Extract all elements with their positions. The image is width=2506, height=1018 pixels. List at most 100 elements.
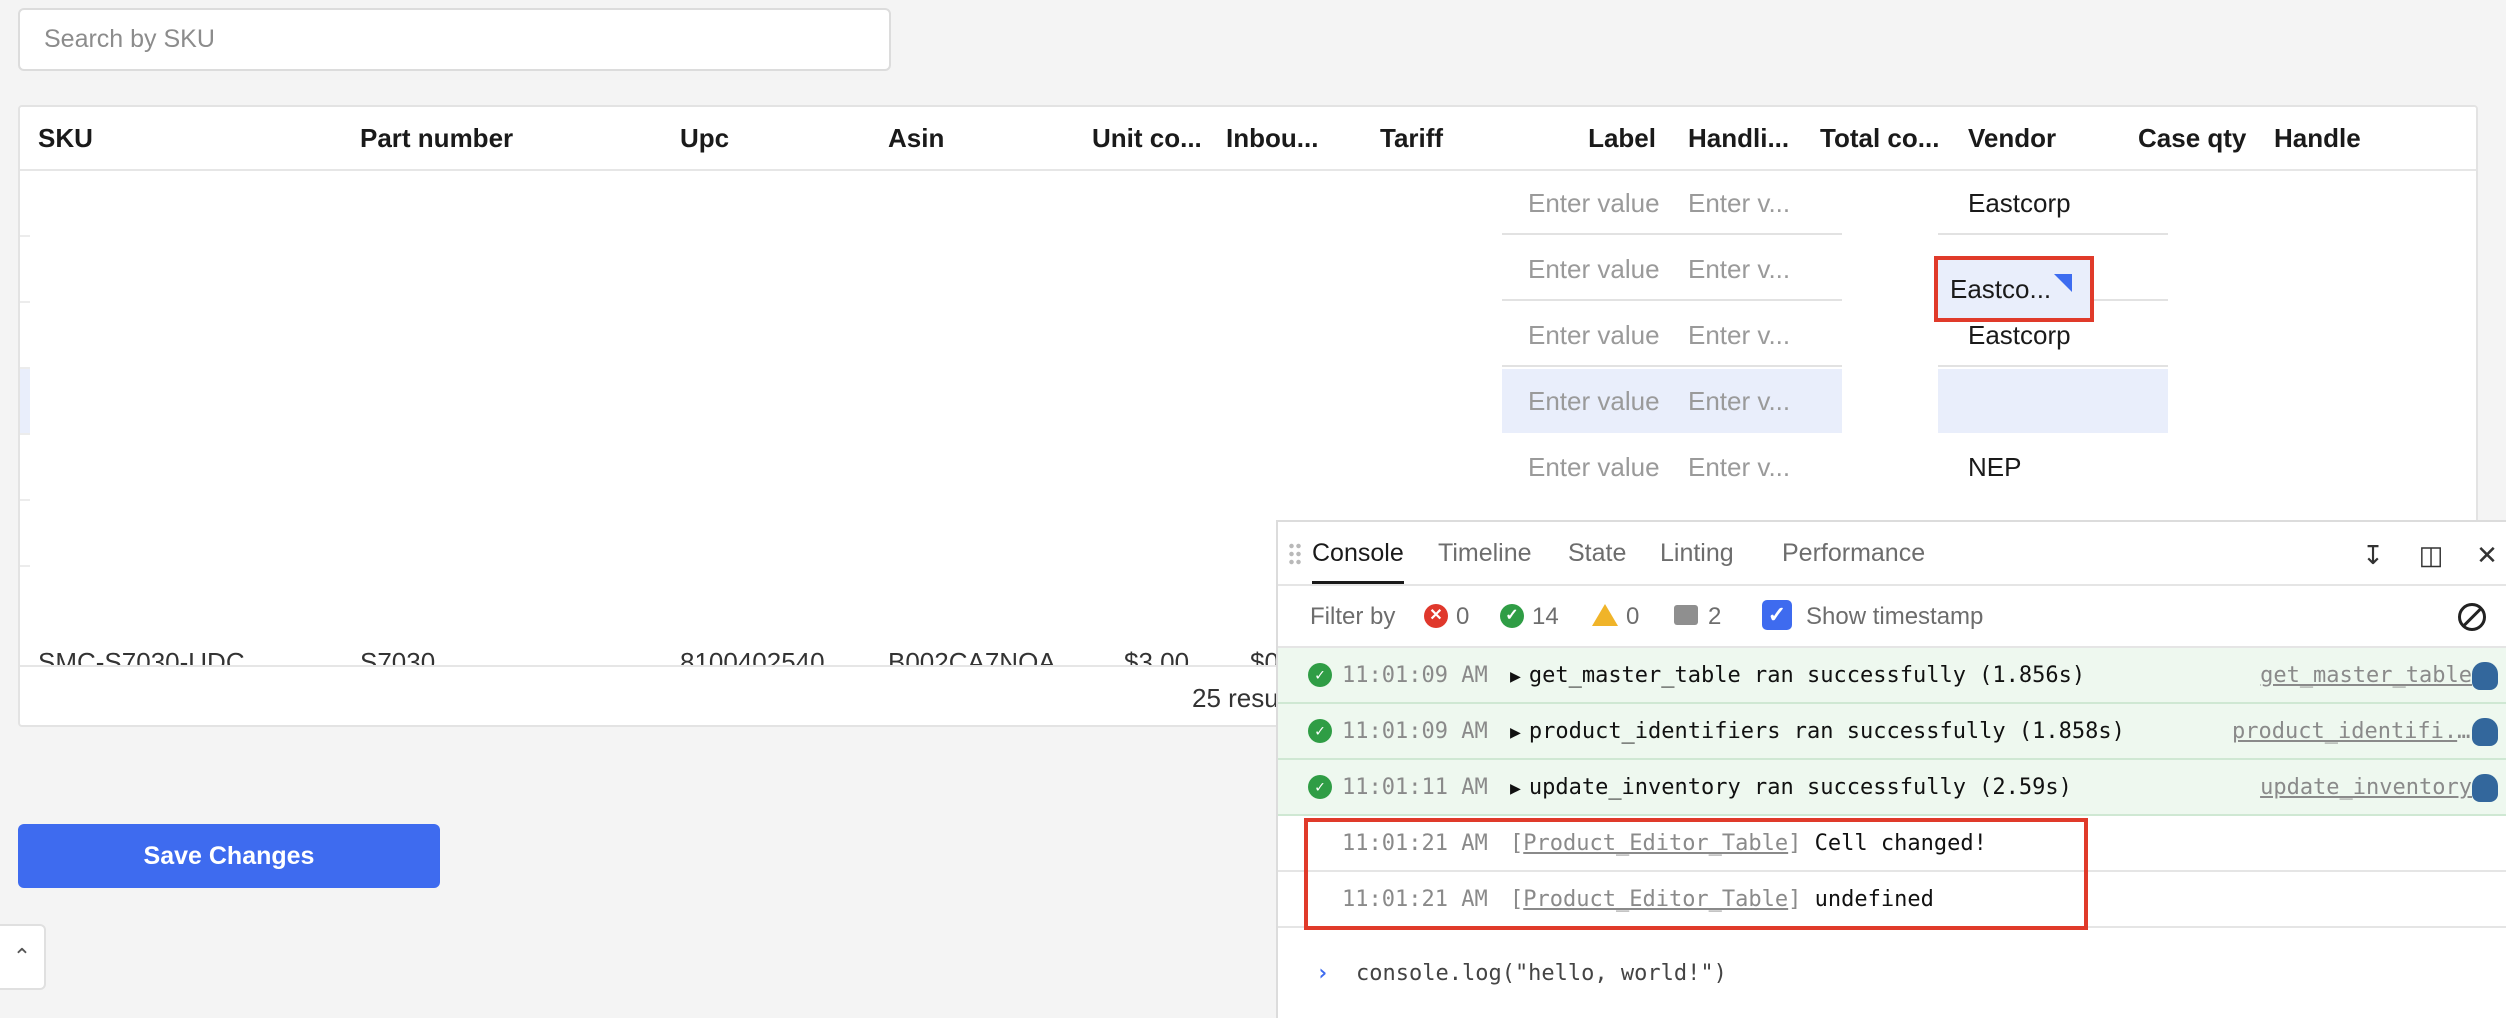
handling-cell-input[interactable]: Enter v... <box>1668 171 1842 235</box>
log-entry[interactable]: ✓ 11:01:11 AM ▶ update_inventory ran succ… <box>1278 760 2506 816</box>
checkbox-checked-icon: ✓ <box>1762 599 1792 630</box>
tab-performance[interactable]: Performance <box>1782 522 1925 584</box>
column-header-sku[interactable]: SKU <box>38 107 338 169</box>
log-message-text: get_master_table ran successfully (1.856… <box>1528 663 2086 688</box>
warning-count: 0 <box>1626 603 1640 630</box>
log-message: ▶ product_identifiers ran successfully (1… <box>1510 719 2125 744</box>
handling-cell-input[interactable]: Enter v... <box>1668 369 1842 433</box>
tab-state[interactable]: State <box>1568 522 1626 584</box>
column-header-inbound[interactable]: Inbou... <box>1226 107 1330 169</box>
asin-cell: B002CA7NOA <box>888 647 1056 665</box>
download-icon[interactable]: ↧ <box>2358 540 2388 570</box>
drag-handle-icon[interactable] <box>1288 542 1302 566</box>
log-time: 11:01:11 AM <box>1342 775 1488 800</box>
log-time: 11:01:09 AM <box>1342 663 1488 688</box>
error-icon: ✕ <box>1424 603 1448 628</box>
column-header-unit-cost[interactable]: Unit co... <box>1092 107 1204 169</box>
search-input[interactable] <box>18 8 891 71</box>
handling-cell-input[interactable]: Enter v... <box>1668 237 1842 301</box>
upc-cell: 8100402540 <box>680 647 825 665</box>
column-header-label[interactable]: Label <box>1540 107 1656 169</box>
show-timestamp-label: Show timestamp <box>1806 603 1984 630</box>
label-cell-input[interactable]: Enter value <box>1502 237 1668 301</box>
debug-panel: Console Timeline State Linting Performan… <box>1276 520 2506 1018</box>
log-message-text: product_identifiers ran successfully (1.… <box>1528 719 2125 744</box>
vendor-cell-value: Eastco... <box>1950 274 2052 304</box>
row-divider <box>20 235 30 237</box>
prompt-chevron-icon: › <box>1316 961 1330 986</box>
column-header-tariff[interactable]: Tariff <box>1380 107 1492 169</box>
row-divider <box>20 433 30 435</box>
postgres-icon <box>2472 662 2498 690</box>
log-source-link[interactable]: get_master_table <box>2260 648 2472 704</box>
selected-row-highlight <box>20 369 30 433</box>
log-message: ▶ update_inventory ran successfully (2.59… <box>1510 775 2072 800</box>
column-header-vendor[interactable]: Vendor <box>1968 107 2108 169</box>
part-number-cell: S7030 <box>360 647 436 665</box>
success-icon: ✓ <box>1308 719 1332 743</box>
console-input[interactable]: console.log("hello, world!") <box>1356 946 1727 1002</box>
table-header: SKU Part number Upc Asin Unit co... Inbo… <box>20 107 2476 171</box>
show-timestamp-toggle[interactable]: ✓ Show timestamp <box>1762 586 1983 648</box>
console-filter-bar: Filter by ✕ 0 ✓ 14 0 2 ✓ Show timestamp <box>1278 586 2506 648</box>
clear-console-icon[interactable] <box>2458 603 2486 631</box>
changed-cell-flag-icon <box>2054 274 2072 292</box>
error-count: 0 <box>1456 603 1470 630</box>
message-filter[interactable]: 2 <box>1674 586 1721 648</box>
vendor-cell-selected[interactable]: Eastco... <box>1934 256 2094 322</box>
results-count: 25 resu <box>1192 683 1279 713</box>
row-divider <box>20 499 30 501</box>
label-cell-input[interactable]: Enter value <box>1502 369 1668 433</box>
error-filter[interactable]: ✕ 0 <box>1424 586 1469 648</box>
chevron-up-icon[interactable]: ⌃ <box>0 924 46 990</box>
log-entry[interactable]: ✓ 11:01:09 AM ▶ get_master_table ran succ… <box>1278 648 2506 704</box>
vendor-cell[interactable]: Eastcorp <box>1938 171 2168 235</box>
column-header-case-qty[interactable]: Case qty <box>2138 107 2258 169</box>
success-count: 14 <box>1532 603 1559 630</box>
sku-cell: SMC-S7030-UDC <box>38 647 245 665</box>
log-source-link[interactable]: update_inventory <box>2260 760 2472 816</box>
warning-icon <box>1592 603 1618 626</box>
log-message: ▶ get_master_table ran successfully (1.85… <box>1510 663 2086 688</box>
handling-cell-input[interactable]: Enter v... <box>1668 303 1842 367</box>
handling-cell-input[interactable]: Enter v... <box>1668 435 1842 499</box>
inbound-cell: $0 <box>1250 647 1279 665</box>
row-divider <box>20 565 30 567</box>
row-divider <box>20 301 30 303</box>
message-count: 2 <box>1708 603 1722 630</box>
tab-timeline[interactable]: Timeline <box>1438 522 1532 584</box>
highlight-box <box>1304 818 2088 930</box>
column-header-asin[interactable]: Asin <box>888 107 1068 169</box>
log-message-text: update_inventory ran successfully (2.59s… <box>1528 775 2072 800</box>
close-icon[interactable]: ✕ <box>2472 540 2502 570</box>
dock-panel-icon[interactable]: ◫ <box>2416 540 2446 570</box>
label-cell-input[interactable]: Enter value <box>1502 171 1668 235</box>
tab-linting[interactable]: Linting <box>1660 522 1734 584</box>
column-header-upc[interactable]: Upc <box>680 107 870 169</box>
label-cell-input[interactable]: Enter value <box>1502 303 1668 367</box>
column-header-handle[interactable]: Handle <box>2274 107 2394 169</box>
partial-table-row: SMC-S7030-UDC S7030 8100402540 B002CA7NO… <box>20 639 1280 665</box>
selected-row-highlight <box>1938 369 2168 433</box>
postgres-icon <box>2472 718 2498 746</box>
warning-filter[interactable]: 0 <box>1592 586 1639 648</box>
success-icon: ✓ <box>1308 663 1332 687</box>
postgres-icon <box>2472 774 2498 802</box>
tab-console[interactable]: Console <box>1312 522 1404 584</box>
log-source-link[interactable]: product_identifi... <box>2232 704 2472 760</box>
log-entry[interactable]: ✓ 11:01:09 AM ▶ product_identifiers ran s… <box>1278 704 2506 760</box>
log-time: 11:01:09 AM <box>1342 719 1488 744</box>
filter-label: Filter by <box>1310 603 1396 630</box>
success-filter[interactable]: ✓ 14 <box>1500 586 1559 648</box>
unit-cost-cell: $3.00 <box>1124 647 1190 665</box>
column-header-handling[interactable]: Handli... <box>1688 107 1792 169</box>
console-prompt[interactable]: › console.log("hello, world!") <box>1278 946 2506 1002</box>
label-cell-input[interactable]: Enter value <box>1502 435 1668 499</box>
comment-icon <box>1674 604 1698 625</box>
save-changes-button[interactable]: Save Changes <box>18 824 440 888</box>
success-icon: ✓ <box>1308 775 1332 799</box>
success-icon: ✓ <box>1500 603 1524 628</box>
column-header-total-cost[interactable]: Total co... <box>1820 107 1946 169</box>
vendor-cell[interactable]: NEP <box>1938 435 2168 499</box>
column-header-part-number[interactable]: Part number <box>360 107 660 169</box>
